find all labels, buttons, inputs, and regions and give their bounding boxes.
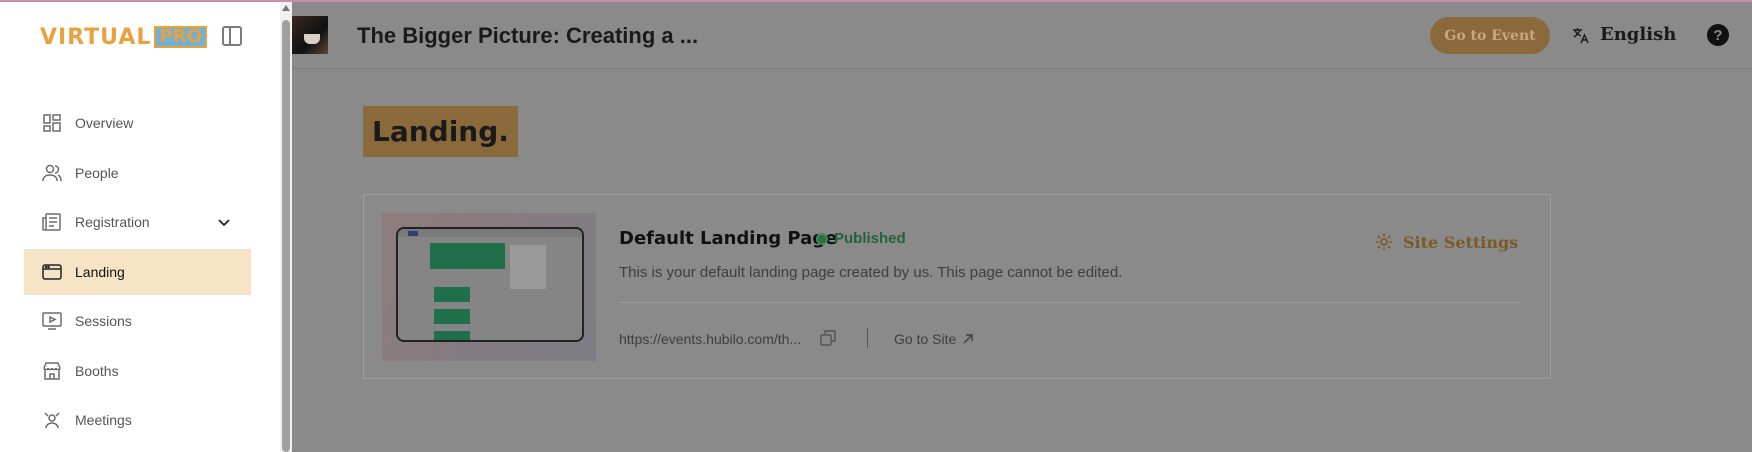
overview-icon — [42, 113, 62, 133]
divider — [867, 328, 868, 348]
external-link-arrow-icon — [963, 334, 973, 344]
landing-icon — [42, 262, 62, 282]
chevron-down-icon[interactable] — [217, 215, 231, 229]
gear-icon — [1375, 233, 1393, 251]
sidebar-item-sessions[interactable]: Sessions — [24, 298, 251, 344]
landing-page-url: https://events.hubilo.com/th... — [619, 331, 802, 347]
go-to-site-link[interactable]: Go to Site — [894, 331, 974, 347]
sidebar-item-label: Sessions — [75, 313, 132, 329]
sidebar-item-registration[interactable]: Registration — [24, 199, 251, 245]
sidebar-item-people[interactable]: People — [24, 150, 251, 196]
landing-page-card: Default Landing Page Published This is y… — [363, 194, 1551, 379]
preview-block — [434, 331, 470, 340]
booths-icon — [42, 361, 62, 381]
sidebar-item-label: Overview — [75, 115, 134, 131]
event-title: The Bigger Picture: Creating a ... — [357, 23, 699, 48]
logo[interactable]: VIRTUAL PRO — [40, 24, 207, 50]
top-header: The Bigger Picture: Creating a ... Go to… — [292, 2, 1752, 69]
top-accent-line — [0, 0, 1752, 2]
language-selector[interactable]: English — [1572, 24, 1676, 45]
scroll-thumb[interactable] — [282, 20, 290, 452]
sessions-icon — [42, 311, 62, 331]
preview-hero — [430, 243, 505, 269]
sidebar-item-landing[interactable]: Landing — [24, 248, 251, 295]
sidebar-item-meetings[interactable]: Meetings — [24, 397, 251, 443]
people-icon — [42, 163, 62, 183]
card-divider — [619, 302, 1519, 303]
registration-icon — [42, 212, 62, 232]
translate-icon — [1573, 27, 1589, 43]
landing-page-title: Default Landing Page — [619, 228, 838, 249]
sidebar-item-label: Registration — [75, 214, 150, 230]
preview-device-frame — [396, 227, 584, 342]
status-badge: Published — [816, 230, 906, 247]
copy-icon[interactable] — [819, 329, 837, 347]
preview-navbar — [398, 229, 582, 237]
sidebar: VIRTUAL PRO Overview People Registration — [0, 0, 280, 452]
sidebar-item-label: Booths — [75, 362, 119, 379]
language-label: English — [1600, 24, 1677, 45]
go-to-site-label: Go to Site — [894, 331, 957, 347]
preview-form — [510, 245, 546, 289]
sidebar-toggle-icon[interactable] — [222, 26, 242, 46]
meetings-icon — [42, 410, 62, 430]
sidebar-nav: Overview People Registration Landing Ses… — [24, 100, 251, 447]
logo-badge: PRO — [154, 26, 207, 48]
sidebar-item-label: Meetings — [75, 412, 132, 428]
sidebar-item-booths[interactable]: Booths — [24, 348, 251, 394]
sidebar-scrollbar[interactable] — [280, 0, 292, 452]
landing-page-preview[interactable] — [382, 213, 596, 361]
preview-logo — [408, 231, 418, 236]
preview-block — [434, 287, 470, 302]
logo-text: VIRTUAL — [40, 24, 152, 50]
event-thumbnail — [292, 16, 328, 54]
sidebar-item-overview[interactable]: Overview — [24, 100, 251, 146]
sidebar-item-label: People — [75, 164, 119, 181]
sidebar-item-label: Landing — [75, 263, 125, 280]
landing-page-description: This is your default landing page create… — [619, 264, 1123, 281]
status-dot-icon — [816, 232, 828, 245]
scroll-up-arrow-icon[interactable] — [282, 5, 290, 11]
page-title: Landing. — [363, 106, 518, 157]
status-label: Published — [834, 230, 906, 247]
help-icon[interactable]: ? — [1707, 24, 1729, 46]
site-settings-button[interactable]: Site Settings — [1374, 232, 1518, 252]
go-to-event-button[interactable]: Go to Event — [1430, 17, 1550, 54]
site-settings-label: Site Settings — [1403, 232, 1519, 252]
preview-block — [434, 309, 470, 324]
